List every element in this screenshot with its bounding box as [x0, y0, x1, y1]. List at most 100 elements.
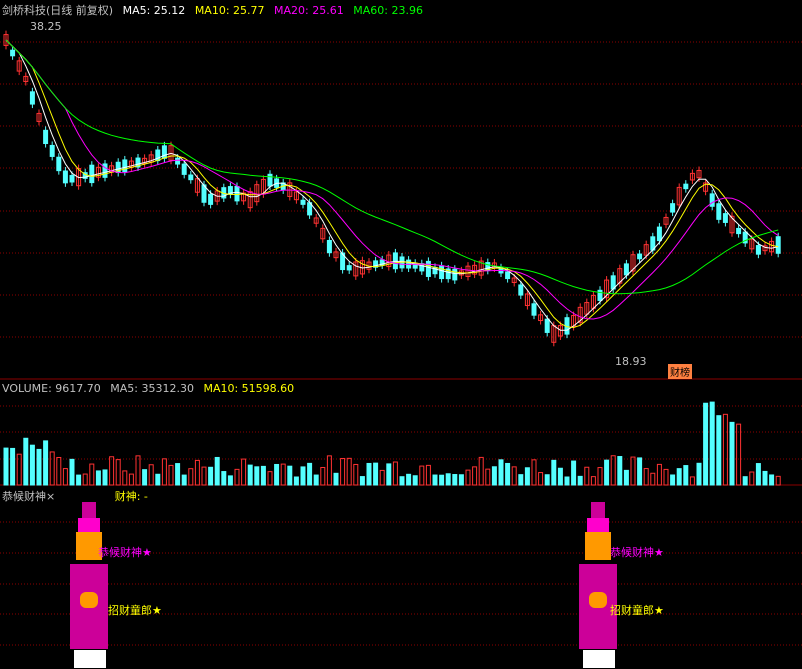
volume-bar: [287, 465, 293, 486]
right-figure-text-bottom: 招财童郎★: [610, 604, 664, 617]
indicator-name[interactable]: 恭候财神: [2, 490, 46, 503]
volume-bar: [755, 463, 761, 486]
volume-bar: [637, 457, 643, 486]
volume-bar: [208, 466, 214, 486]
volume-bar: [478, 456, 484, 486]
news-badge-text: 财榜: [670, 368, 690, 379]
volume-bar: [102, 469, 108, 486]
volume-bar: [571, 460, 577, 486]
left-figure-text-top: 恭候财神★: [98, 546, 152, 559]
volume-bar: [274, 463, 280, 486]
volume-bar: [531, 459, 537, 486]
moving-average-line: [5, 39, 779, 329]
volume-bar: [293, 476, 299, 486]
volume-bar: [76, 474, 82, 486]
candle-body: [43, 129, 49, 145]
volume-bar: [577, 475, 583, 486]
right-figure-text-top: 恭候财神★: [610, 546, 664, 559]
volume-bar: [267, 471, 273, 486]
volume-bar: [538, 472, 544, 486]
candle-body: [716, 203, 722, 220]
volume-bar: [313, 474, 319, 486]
news-badge[interactable]: 财榜: [668, 364, 692, 379]
volume-bar: [10, 447, 16, 486]
volume-bar: [656, 463, 662, 486]
volume-bar: [762, 470, 768, 486]
volume-panel[interactable]: VOLUME: 9617.70 MA5: 35312.30 MA10: 5159…: [0, 380, 802, 486]
candle-body: [208, 193, 214, 205]
high-price-marker: 38.25: [30, 20, 62, 33]
volume-chart[interactable]: [0, 380, 802, 486]
close-icon[interactable]: ×: [46, 490, 55, 503]
volume-bar: [366, 462, 372, 486]
volume-bar: [683, 465, 689, 486]
price-chart-panel[interactable]: 剑桥科技(日线 前复权) MA5: 25.12 MA10: 25.77 MA20…: [0, 0, 802, 380]
volume-legend: VOLUME: 9617.70 MA5: 35312.30 MA10: 5159…: [2, 382, 300, 395]
volume-bar: [188, 468, 194, 486]
volume-bar: [109, 456, 115, 486]
volume-bar: [43, 440, 49, 486]
volume-bar: [227, 475, 233, 486]
candlestick-chart[interactable]: [0, 0, 802, 380]
volume-bar: [445, 473, 451, 486]
volume-bar: [465, 469, 471, 486]
volume-bar: [148, 464, 154, 486]
volume-bar: [498, 459, 504, 486]
volume-bar: [346, 457, 352, 486]
volume-bar: [307, 462, 313, 486]
candle-body: [267, 173, 273, 187]
moving-average-line: [5, 39, 779, 331]
volume-bar: [353, 463, 359, 486]
volume-bar: [630, 456, 636, 486]
volume-bar: [696, 462, 702, 486]
candle-body: [56, 156, 62, 172]
volume-bar: [3, 447, 9, 486]
volume-bar: [491, 466, 497, 486]
candle-body: [326, 239, 332, 254]
candle-body: [392, 252, 398, 270]
volume-bar: [472, 466, 478, 486]
candle-body: [736, 227, 742, 235]
candle-body: [188, 174, 194, 181]
volume-bar: [142, 469, 148, 486]
volume-bar: [544, 474, 550, 486]
volume-bar: [557, 467, 563, 486]
volume-bar: [406, 473, 412, 486]
volume-bar: [709, 401, 715, 486]
left-figure-text-bottom: 招财童郎★: [108, 604, 162, 617]
volume-bar: [135, 455, 141, 486]
candle-body: [425, 260, 431, 277]
stock-title: 剑桥科技(日线 前复权): [2, 4, 114, 17]
volume-bar: [524, 467, 530, 486]
volume-bar: [69, 458, 75, 486]
candle-body: [62, 170, 68, 184]
volume-bar: [716, 415, 722, 486]
volume-bar: [36, 448, 42, 486]
volume-bar: [221, 471, 227, 486]
price-legend: 剑桥科技(日线 前复权) MA5: 25.12 MA10: 25.77 MA20…: [2, 2, 429, 18]
volume-bar: [379, 469, 385, 486]
volume-bar: [689, 476, 695, 486]
volume-bar: [564, 476, 570, 486]
volume-ma5: MA5: 35312.30: [110, 382, 194, 395]
volume-bar: [617, 456, 623, 486]
volume-bar: [280, 463, 286, 486]
moving-average-line: [5, 39, 779, 320]
indicator-field: 财神: -: [114, 490, 148, 503]
candle-body: [181, 163, 187, 175]
moving-average-line: [5, 39, 779, 295]
volume-bar: [168, 464, 174, 486]
candle-body: [234, 185, 240, 202]
indicator-panel[interactable]: 恭候财神× 财神: - 恭候财神★ 招财童郎★ 恭候财神★ 招财童郎★: [0, 486, 802, 669]
volume-bar: [518, 474, 524, 486]
volume-bar: [340, 457, 346, 486]
figure-face: [78, 518, 100, 532]
volume-bar: [56, 456, 62, 486]
volume-bar: [234, 468, 240, 486]
volume-bar: [95, 470, 101, 486]
volume-bar: [386, 463, 392, 486]
volume-bar: [511, 466, 517, 486]
volume-bar: [49, 451, 55, 486]
volume-bar: [359, 476, 365, 486]
volume-bar: [643, 468, 649, 486]
